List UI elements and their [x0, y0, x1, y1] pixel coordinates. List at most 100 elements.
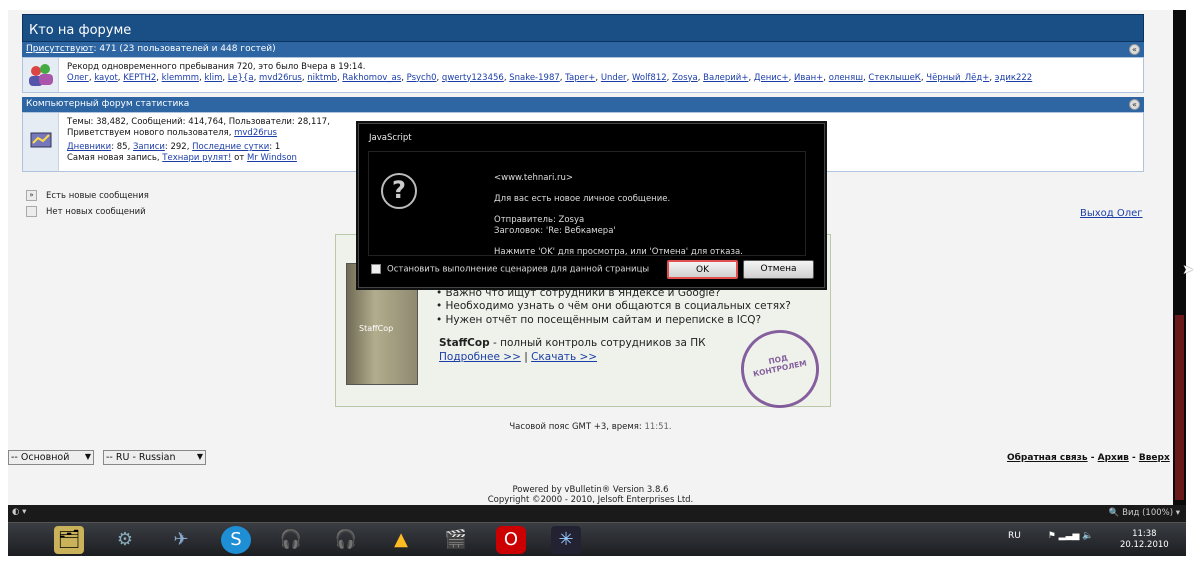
online-user-link[interactable]: эдик222 — [995, 73, 1032, 83]
online-user-link[interactable]: kayot — [94, 73, 118, 83]
browser-status-bar: ◐ ▾ 🔍 Вид (100%) ▾ — [8, 505, 1186, 522]
language-select[interactable]: -- RU - Russian ▼ — [103, 450, 206, 465]
cancel-button[interactable]: Отмена — [743, 260, 814, 279]
welcome-user-link[interactable]: mvd26rus — [234, 128, 277, 138]
settings-icon[interactable]: ⚙ — [110, 526, 140, 554]
logout-link[interactable]: Выход Олег — [1080, 208, 1143, 219]
online-user-link[interactable]: Wolf812 — [632, 73, 667, 83]
status-menu-icon[interactable]: ◐ ▾ — [12, 507, 26, 517]
stats-title: Компьютерный форум статистика — [26, 99, 190, 109]
online-user-link[interactable]: Under — [601, 73, 627, 83]
collapse-icon[interactable]: « — [1129, 44, 1140, 55]
legend-none: Нет новых сообщений — [26, 206, 146, 217]
online-user-link[interactable]: оленяш — [829, 73, 863, 83]
legend-new: » Есть новые сообщения — [26, 190, 149, 201]
ad-bullet: • Необходимо узнать о чём они общаются в… — [436, 300, 791, 312]
online-user-link[interactable]: mvd26rus — [259, 73, 302, 83]
network-icon[interactable]: ✈ — [166, 526, 196, 554]
media-icon[interactable]: 🎬 — [441, 526, 471, 554]
online-user-list: Олег, kayot, KEPTH2, klemmm, klim, Le}{a… — [67, 72, 1033, 83]
record-text: Рекорд одновременного пребывания 720, эт… — [67, 62, 366, 72]
stop-scripts-label: Остановить выполнение сценариев для данн… — [387, 264, 650, 275]
ad-more-link[interactable]: Подробнее >> — [439, 351, 521, 363]
present-link[interactable]: Присутствуют — [26, 44, 94, 54]
welcome-text: Приветствуем нового пользователя, — [67, 127, 235, 138]
ad-promo: StaffCop - полный контроль сотрудников з… — [439, 337, 706, 349]
ad-tagline: - полный контроль сотрудников за ПК — [489, 337, 706, 349]
opera-icon[interactable]: O — [496, 526, 526, 554]
online-user-link[interactable]: klim — [204, 73, 222, 83]
collapse-icon[interactable]: « — [1129, 99, 1140, 110]
zoom-control[interactable]: 🔍 Вид (100%) ▾ — [1109, 508, 1180, 518]
online-user-link[interactable]: klemmm — [162, 73, 199, 83]
new-posts-icon: » — [26, 190, 37, 201]
newest-author-link[interactable]: Mr Windson — [247, 153, 297, 163]
legend-none-label: Нет новых сообщений — [46, 207, 146, 217]
zoom-value: Вид (100%) — [1122, 508, 1174, 518]
headphones-icon[interactable]: 🎧 — [276, 526, 306, 554]
signal-icon[interactable]: ▂▃▅ — [1059, 531, 1080, 541]
powered-line2: Copyright ©2000 - 2010, Jelsoft Enterpri… — [487, 495, 694, 505]
newest-post-link[interactable]: Технари рулят! — [162, 153, 231, 163]
last-day-link[interactable]: Последние сутки — [192, 142, 269, 152]
dialog-title: JavaScript — [369, 133, 412, 143]
last-day-count: : 1 — [269, 142, 281, 152]
ad-bullet: • Важно что ищут сотрудники в Яндексе и … — [436, 286, 721, 299]
dialog-body: ? <www.tehnari.ru> Для вас есть новое ли… — [368, 151, 806, 257]
stop-scripts-checkbox[interactable]: Остановить выполнение сценариев для данн… — [371, 264, 649, 275]
online-user-link[interactable]: Le}{a — [228, 73, 254, 83]
online-user-link[interactable]: СтеклышеК — [868, 73, 920, 83]
ad-brand: StaffCop — [439, 337, 490, 349]
clock-date: 20.12.2010 — [1120, 540, 1169, 550]
users-icon — [29, 64, 53, 86]
checkbox-icon[interactable] — [371, 264, 381, 274]
online-user-link[interactable]: Rakhomov_as — [342, 73, 401, 83]
skype-icon[interactable]: S — [221, 526, 251, 554]
taskbar-clock[interactable]: 11:38 20.12.2010 — [1120, 529, 1169, 551]
dialog-message: <www.tehnari.ru> Для вас есть новое личн… — [494, 173, 743, 257]
audio-icon[interactable]: 🎧 — [331, 526, 361, 554]
online-user-link[interactable]: KEPTH2 — [123, 73, 156, 83]
windows-taskbar: 🗂 ⚙ ✈ S 🎧 🎧 ▲ 🎬 O ✳ RU ⚑ ▂▃▅ 🔈 11:38 20.1… — [8, 522, 1186, 556]
explorer-icon[interactable]: 🗂 — [54, 526, 84, 554]
users-icon-cell — [23, 58, 59, 92]
online-user-link[interactable]: Taper+ — [565, 73, 595, 83]
feedback-link[interactable]: Обратная связь — [1007, 453, 1088, 463]
clock-time: 11:38 — [1132, 529, 1157, 539]
online-user-link[interactable]: Валерий+ — [703, 73, 748, 83]
desktop-screen: Кто на форуме Присутствуют: 471 (23 поль… — [8, 10, 1186, 556]
javascript-dialog: JavaScript ? <www.tehnari.ru> Для вас ес… — [358, 123, 825, 288]
timezone-text: Часовой пояс GMT +3, время: — [509, 422, 645, 432]
aimp-icon[interactable]: ▲ — [386, 526, 416, 554]
language-indicator[interactable]: RU — [1008, 531, 1021, 541]
stats-header: Компьютерный форум статистика « — [22, 97, 1144, 112]
online-user-link[interactable]: Денис+ — [754, 73, 789, 83]
online-user-link[interactable]: Олег — [67, 73, 89, 83]
control-stamp: ПОД КОНТРОЛЕМ — [733, 322, 827, 416]
fan-icon[interactable]: ✳ — [551, 526, 581, 554]
archive-link[interactable]: Архив — [1098, 453, 1129, 463]
scrollbar-thumb[interactable] — [1175, 315, 1184, 500]
who-online-title: Кто на форуме — [29, 23, 132, 38]
online-user-link[interactable]: Чёрный_Лёд+ — [926, 73, 989, 83]
online-user-link[interactable]: Иван+ — [794, 73, 823, 83]
footer-links: Обратная связь - Архив - Вверх — [1007, 453, 1170, 463]
present-text: : 471 (23 пользователей и 448 гостей) — [93, 44, 276, 54]
style-select[interactable]: -- Основной ▼ — [8, 450, 94, 465]
diaries-count: : 85, — [111, 142, 133, 152]
stats-icon-cell — [23, 113, 59, 171]
diaries-link[interactable]: Дневники — [67, 142, 111, 152]
powered-line1: Powered by vBulletin® Version 3.8.6 — [512, 485, 669, 495]
online-user-link[interactable]: niktmb — [307, 73, 337, 83]
records-link[interactable]: Записи — [133, 142, 165, 152]
online-user-link[interactable]: qwerty123456 — [442, 73, 504, 83]
ok-button[interactable]: OK — [667, 260, 738, 279]
online-user-link[interactable]: Zosya — [672, 73, 698, 83]
volume-icon[interactable]: 🔈 — [1082, 531, 1093, 541]
ad-download-link[interactable]: Скачать >> — [531, 351, 597, 363]
vertical-scrollbar[interactable] — [1173, 10, 1186, 505]
top-link[interactable]: Вверх — [1139, 453, 1170, 463]
flag-icon[interactable]: ⚑ — [1048, 531, 1056, 541]
online-user-link[interactable]: Psych0 — [407, 73, 437, 83]
online-user-link[interactable]: Snake-1987 — [509, 73, 560, 83]
